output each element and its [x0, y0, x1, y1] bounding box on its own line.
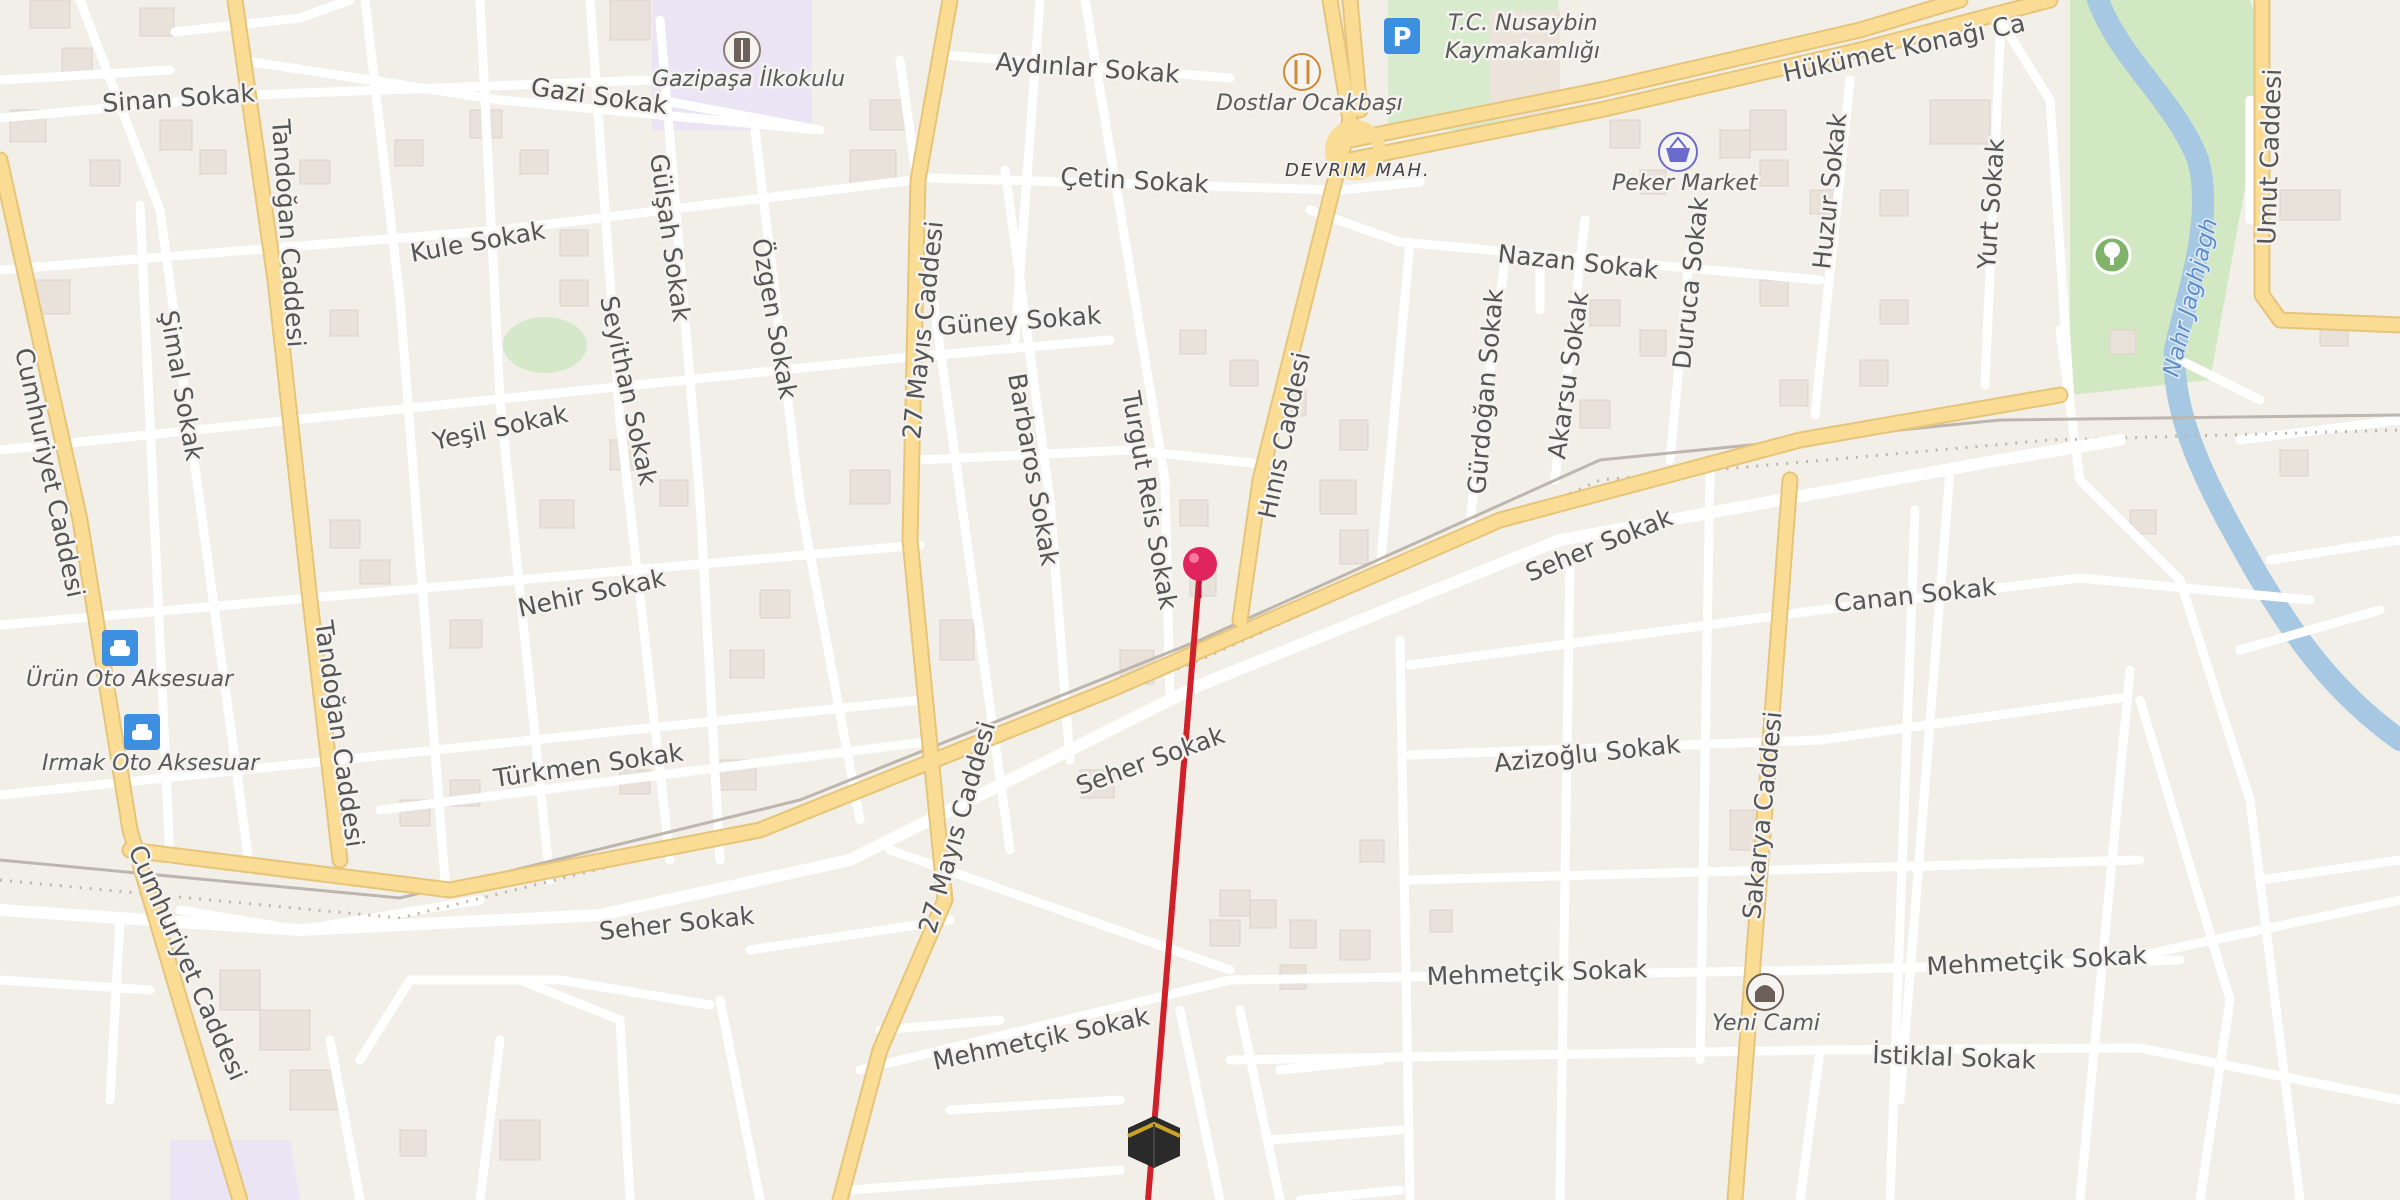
label-irmak-oto: Irmak Oto Aksesuar — [42, 751, 261, 776]
label-devrim-mahallesi: DEVRIM MAH. — [1285, 160, 1431, 181]
poi-park-tree[interactable] — [2092, 235, 2132, 275]
label-umut-caddesi: Umut Caddesi — [2252, 68, 2287, 245]
label-school: Gazipaşa İlkokulu — [652, 66, 845, 92]
label-government-2: Kaymakamlığı — [1445, 39, 1600, 64]
location-pin-icon — [1183, 547, 1217, 581]
restaurant-icon — [1283, 53, 1321, 91]
map-canvas[interactable]: Sinan Sokak Gazi Sokak Aydınlar Sokak Çe… — [0, 0, 2400, 1200]
label-government: T.C. Nusaybin — [1448, 11, 1598, 36]
label-restaurant: Dostlar Ocakbaşı — [1216, 91, 1403, 116]
parking-icon-glyph: P — [1392, 23, 1411, 53]
label-mosque: Yeni Cami — [1712, 1011, 1820, 1036]
label-istiklal-sokak: İstiklal Sokak — [1872, 1040, 2037, 1075]
label-market: Peker Market — [1612, 171, 1759, 196]
label-urun-oto: Ürün Oto Aksesuar — [26, 666, 235, 692]
small-park — [503, 317, 587, 373]
